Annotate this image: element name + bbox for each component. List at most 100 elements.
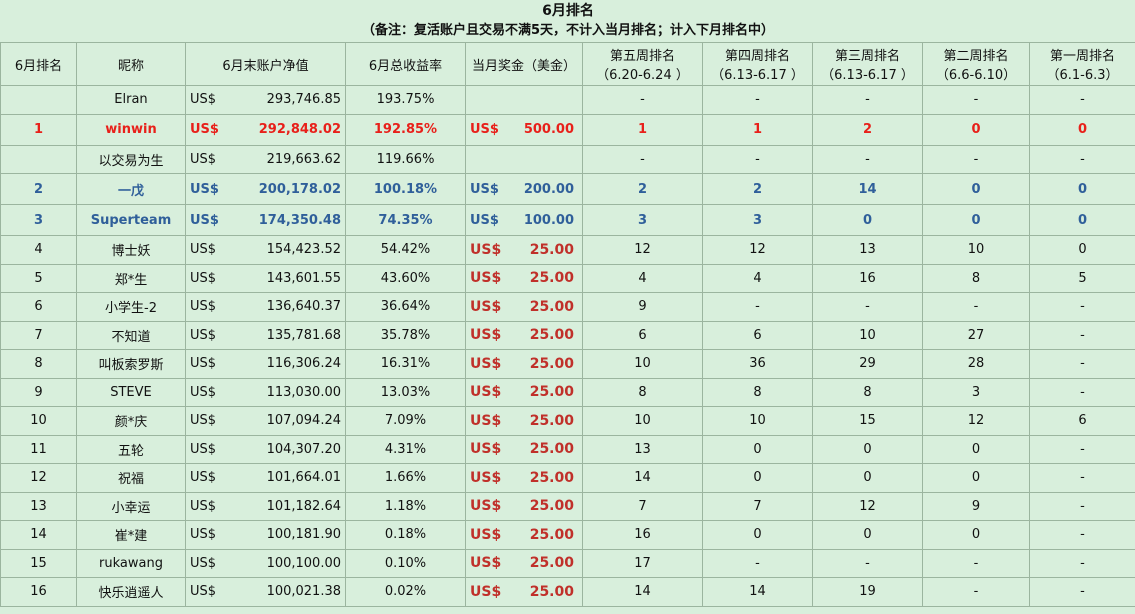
week3-cell: 0 — [812, 463, 923, 493]
prize-value: 25.00 — [529, 526, 574, 543]
equity-value: 135,781.68 — [266, 327, 341, 343]
week3-cell: 16 — [812, 263, 923, 293]
nickname-cell: 祝福 — [76, 463, 186, 493]
header-week5-range: （6.20-6.24 ） — [596, 68, 689, 83]
table-row: 9 STEVE US$ 113,030.00 13.03% US$ 25.00 8 8 8 3- — [0, 377, 1135, 407]
prize-value: 25.00 — [529, 355, 574, 372]
return-cell: 1.66% — [345, 463, 466, 493]
week5-cell: 3 — [582, 204, 703, 236]
week5-cell: 12 — [582, 235, 703, 265]
week5-cell: 14 — [582, 577, 703, 607]
equity-currency: US$ — [190, 151, 217, 167]
week1-cell: - — [1028, 548, 1135, 578]
rank-cell — [0, 85, 77, 115]
week2-cell: 0 — [922, 204, 1030, 236]
week1-cell: 0 — [1028, 173, 1135, 205]
week4-cell: 8 — [702, 377, 813, 407]
equity-currency: US$ — [190, 384, 217, 400]
equity-cell: US$ 101,664.01 — [185, 463, 346, 493]
header-week3-label: 第三周排名 — [834, 49, 900, 64]
week2-cell: 12 — [922, 406, 1030, 436]
equity-currency: US$ — [190, 181, 219, 197]
header-week1-range: （6.1-6.3） — [1046, 68, 1119, 83]
equity-currency: US$ — [190, 527, 217, 543]
week3-cell: 8 — [812, 377, 923, 407]
nickname-cell: 一戊 — [76, 173, 186, 205]
header-prize: 当月奖金（美金） — [465, 42, 583, 86]
rank-cell — [0, 144, 77, 174]
week5-cell: - — [582, 85, 703, 115]
equity-currency: US$ — [190, 92, 217, 108]
return-cell: 13.03% — [345, 377, 466, 407]
week2-cell: 8 — [922, 263, 1030, 293]
rank-cell: 1 — [0, 113, 77, 146]
nickname-cell: winwin — [76, 113, 186, 146]
equity-value: 101,182.64 — [266, 498, 341, 514]
equity-currency: US$ — [190, 356, 217, 372]
week3-cell: 14 — [812, 173, 923, 205]
equity-value: 116,306.24 — [266, 356, 341, 372]
week5-cell: 1 — [582, 113, 703, 146]
equity-value: 100,181.90 — [266, 527, 341, 543]
header-row: 6月排名 昵称 6月末账户净值 6月总收益率 当月奖金（美金） 第五周排名 （6.… — [0, 42, 1135, 86]
prize-cell: US$ 25.00 — [465, 577, 583, 607]
table-row: 13 小幸运 US$ 101,182.64 1.18% US$ 25.00 7 7 12 9- — [0, 491, 1135, 521]
week4-cell: - — [702, 292, 813, 322]
rank-cell: 8 — [0, 349, 77, 379]
prize-wrap: US$ 25.00 — [470, 384, 578, 400]
return-cell: 7.09% — [345, 406, 466, 436]
rank-cell: 14 — [0, 520, 77, 550]
prize-cell: US$ 25.00 — [465, 263, 583, 293]
equity-value: 154,423.52 — [266, 242, 341, 258]
return-cell: 192.85% — [345, 113, 466, 146]
week4-cell: 10 — [702, 406, 813, 436]
week3-cell: 19 — [812, 577, 923, 607]
week3-cell: 12 — [812, 491, 923, 521]
week3-cell: 0 — [812, 434, 923, 464]
week5-cell: 13 — [582, 434, 703, 464]
equity-cell: US$ 116,306.24 — [185, 349, 346, 379]
equity-wrap: US$ 107,094.24 — [190, 413, 341, 428]
rank-cell: 12 — [0, 463, 77, 493]
rank-cell: 11 — [0, 434, 77, 464]
nickname-cell: STEVE — [76, 377, 186, 407]
rank-cell: 13 — [0, 491, 77, 521]
prize-value: 25.00 — [529, 555, 574, 572]
week1-cell: - — [1028, 292, 1135, 322]
week5-cell: 10 — [582, 349, 703, 379]
equity-cell: US$ 174,350.48 — [185, 204, 346, 236]
table-row: 8 叫板索罗斯 US$ 116,306.24 16.31% US$ 25.00 10 36 29 2… — [0, 349, 1135, 379]
equity-value: 200,178.02 — [258, 181, 341, 197]
prize-currency: US$ — [470, 555, 502, 572]
equity-currency: US$ — [190, 441, 217, 457]
header-return: 6月总收益率 — [345, 42, 466, 86]
week2-cell: - — [922, 85, 1030, 115]
table-row: 16 快乐逍遥人 US$ 100,021.38 0.02% US$ 25.00 14 14 19-… — [0, 577, 1135, 607]
prize-currency: US$ — [470, 469, 502, 486]
week2-cell: - — [922, 144, 1030, 174]
week5-cell: 7 — [582, 491, 703, 521]
return-cell: 0.10% — [345, 548, 466, 578]
prize-wrap: US$ 25.00 — [470, 527, 578, 543]
prize-wrap: US$ 25.00 — [470, 270, 578, 286]
title-row: 6月排名 （备注：复活账户且交易不满5天，不计入当月排名；计入下月排名中） — [0, 0, 1135, 43]
table-row: 12 祝福 US$ 101,664.01 1.66% US$ 25.00 14 0 0 0- — [0, 463, 1135, 493]
equity-currency: US$ — [190, 299, 217, 315]
rank-cell: 7 — [0, 320, 77, 350]
prize-cell — [465, 85, 583, 115]
equity-currency: US$ — [190, 242, 217, 258]
prize-cell: US$ 25.00 — [465, 349, 583, 379]
prize-wrap: US$ 25.00 — [470, 242, 578, 258]
prize-value: 25.00 — [529, 298, 574, 315]
week1-cell: - — [1028, 577, 1135, 607]
week1-cell: - — [1028, 377, 1135, 407]
week5-cell: - — [582, 144, 703, 174]
equity-value: 101,664.01 — [266, 470, 341, 486]
week2-cell: 10 — [922, 235, 1030, 265]
header-week2-range: （6.6-6.10） — [935, 68, 1017, 83]
week1-cell: - — [1028, 434, 1135, 464]
week3-cell: 29 — [812, 349, 923, 379]
table-row: 10 颜*庆 US$ 107,094.24 7.09% US$ 25.00 10 10 15 12 6 — [0, 406, 1135, 436]
week1-cell: - — [1028, 349, 1135, 379]
week2-cell: 27 — [922, 320, 1030, 350]
